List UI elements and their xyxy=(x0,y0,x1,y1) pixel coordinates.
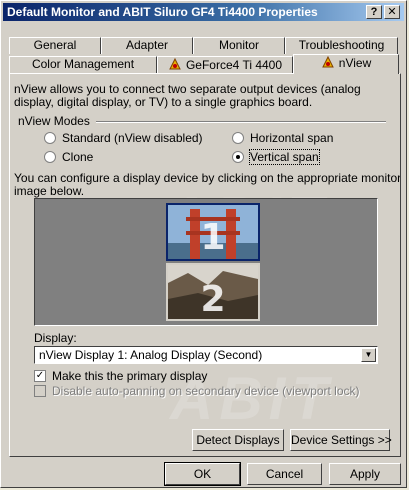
radio-standard[interactable]: Standard (nView disabled) xyxy=(44,131,203,145)
cancel-button[interactable]: Cancel xyxy=(247,463,322,485)
radio-vertical-label: Vertical span xyxy=(249,149,320,165)
title-bar[interactable]: Default Monitor and ABIT Siluro GF4 Ti44… xyxy=(3,3,404,21)
tab-color-management[interactable]: Color Management xyxy=(9,56,157,73)
display-1-monitor[interactable]: 1 xyxy=(166,203,260,261)
detect-displays-button[interactable]: Detect Displays xyxy=(192,429,284,451)
radio-clone-label: Clone xyxy=(62,150,94,164)
properties-dialog: Default Monitor and ABIT Siluro GF4 Ti44… xyxy=(0,0,407,488)
intro-text-2: display, digital display, or TV) to a si… xyxy=(14,95,313,109)
config-text-2: image below. xyxy=(14,184,85,198)
primary-display-label: Make this the primary display xyxy=(52,369,208,383)
radio-clone[interactable]: Clone xyxy=(44,150,93,164)
config-text: You can configure a display device by cl… xyxy=(14,171,401,185)
tab-monitor[interactable]: Monitor xyxy=(193,37,285,54)
radio-standard-label: Standard (nView disabled) xyxy=(62,131,203,145)
display-2-monitor[interactable]: 2 xyxy=(166,263,260,321)
display-1-number: 1 xyxy=(200,217,225,258)
display-2-number: 2 xyxy=(200,279,225,319)
autopan-check-box xyxy=(34,385,46,397)
radio-standard-dot xyxy=(44,132,56,144)
modes-divider xyxy=(96,121,386,123)
nvidia-icon xyxy=(168,57,182,73)
primary-display-check-icon: ✓ xyxy=(34,370,46,382)
nview-icon xyxy=(321,55,335,71)
tab-row-back: General Adapter Monitor Troubleshooting xyxy=(9,37,399,54)
ok-button[interactable]: OK xyxy=(164,462,241,486)
display-preview-area: 1 2 xyxy=(34,198,378,326)
tab-adapter[interactable]: Adapter xyxy=(101,37,193,54)
tab-nview-label: nView xyxy=(338,56,372,70)
tab-geforce4-label: GeForce4 Ti 4400 xyxy=(185,58,283,72)
intro-text: nView allows you to connect two separate… xyxy=(14,82,361,96)
display-select-value: nView Display 1: Analog Display (Second) xyxy=(39,348,263,362)
apply-button[interactable]: Apply xyxy=(329,463,401,485)
modes-heading: nView Modes xyxy=(18,114,90,128)
primary-display-checkbox[interactable]: ✓ Make this the primary display xyxy=(34,369,207,383)
nview-panel: ABIT ABIT nView allows you to connect tw… xyxy=(9,73,401,457)
close-button[interactable]: ✕ xyxy=(384,5,400,19)
help-button[interactable]: ? xyxy=(366,5,382,19)
autopan-label: Disable auto-panning on secondary device… xyxy=(52,384,360,398)
tab-troubleshooting[interactable]: Troubleshooting xyxy=(285,37,398,54)
radio-vertical-span[interactable]: Vertical span xyxy=(232,149,320,165)
window-title: Default Monitor and ABIT Siluro GF4 Ti44… xyxy=(7,5,318,19)
chevron-down-icon[interactable]: ▼ xyxy=(361,348,376,362)
radio-horizontal-span[interactable]: Horizontal span xyxy=(232,131,333,145)
radio-horizontal-dot xyxy=(232,132,244,144)
radio-clone-dot xyxy=(44,151,56,163)
radio-horizontal-label: Horizontal span xyxy=(250,131,334,145)
tab-row-front: Color Management GeForce4 Ti 4400 nView xyxy=(9,54,399,74)
tab-geforce4[interactable]: GeForce4 Ti 4400 xyxy=(157,56,293,73)
tab-general[interactable]: General xyxy=(9,37,101,54)
autopan-checkbox[interactable]: Disable auto-panning on secondary device… xyxy=(34,384,360,398)
device-settings-button[interactable]: Device Settings >> xyxy=(290,429,392,451)
tab-nview[interactable]: nView xyxy=(293,54,399,74)
display-label: Display: xyxy=(34,331,77,345)
display-select[interactable]: nView Display 1: Analog Display (Second)… xyxy=(34,346,378,364)
radio-vertical-dot xyxy=(232,151,244,163)
